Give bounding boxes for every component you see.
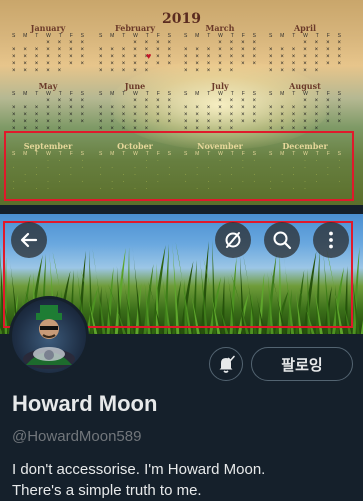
bio-line: There's a simple truth to me.: [12, 482, 202, 499]
month-name: May: [38, 81, 58, 91]
calendar-month: May S M T W T F S × × × × × × × × × × × × × × × × × × × × × × × × × × × × × ×: [8, 82, 88, 137]
calendar-month: July S M T W T F S × × × × × × × × × × × × × × × × × × × × × × × × × × × × ×…: [180, 82, 260, 137]
calendar-month: June S M T W T F S × × × × × × × × × × × × × × × × × × × × × × × × × × × × ×…: [95, 82, 175, 137]
month-name: January: [30, 23, 66, 33]
day-grid: × × × × × × × × × × × × × × × × × × × × × × × × × × × × × ×: [11, 40, 85, 74]
avatar[interactable]: [9, 296, 89, 376]
weekday-header: SMTWTFS: [183, 91, 256, 97]
day-grid: × × × × × × × × × × × × × × × × × × × × × × × × × × × × × ×: [98, 40, 172, 74]
embedded-calendar-image: 2019 January S M T W T F S × × × × × × × × × × × × × × × × × × × × ×…: [0, 0, 363, 205]
more-vertical-icon: [329, 231, 333, 249]
calendar-month: January S M T W T F S × × × × × × × × × × × × × × × × × × × × × × × × × ×…: [8, 24, 88, 79]
notification-bell-button[interactable]: [209, 347, 243, 381]
day-grid: × × × × × × × × × × × × × × × × × × × × × × × × × × × × × ×: [183, 40, 257, 74]
divider: [0, 205, 363, 214]
avatar-illustration: [23, 305, 75, 369]
weekday-header: SMTWTFS: [98, 33, 171, 39]
weekday-header: SMTWTFS: [183, 33, 256, 39]
day-grid: × × × × × × × × × × × × × × × × × × × × × × × × × × × × × ×: [183, 98, 257, 132]
heart-icon: ♥: [146, 51, 152, 61]
month-name: July: [211, 81, 229, 91]
weekday-header: SMTWTFS: [11, 91, 84, 97]
highlight-box-calendar: [4, 131, 354, 201]
profile-bio: I don't accessorise. I'm Howard Moon. Th…: [12, 459, 357, 501]
search-button[interactable]: [264, 222, 300, 258]
day-grid: × × × × × × × × × × × × × × × × × × × × × × × × × × × × × ×: [268, 98, 342, 132]
day-grid: × × × × × × × × × × × × × × × × × × × × × × × × × × × × × ×: [98, 98, 172, 132]
more-button[interactable]: [313, 222, 349, 258]
month-name: March: [205, 23, 235, 33]
weekday-header: SMTWTFS: [268, 91, 341, 97]
month-name: August: [289, 81, 321, 91]
day-grid: × × × × × × × × × × × × × × × × × × × × × × × × × × × × × ×: [268, 40, 342, 74]
calendar-month: March S M T W T F S × × × × × × × × × × × × × × × × × × × × × × × × × × × ×…: [180, 24, 260, 79]
following-button[interactable]: 팔로잉: [251, 347, 353, 381]
slashed-circle-icon: [225, 232, 241, 248]
back-arrow-icon: [20, 232, 38, 248]
weekday-header: SMTWTFS: [98, 91, 171, 97]
search-icon: [273, 231, 292, 250]
month-name: February: [114, 23, 155, 33]
bell-check-icon: [219, 355, 235, 373]
day-grid: × × × × × × × × × × × × × × × × × × × × × × × × × × × × × ×: [11, 98, 85, 132]
display-name: Howard Moon: [12, 391, 158, 416]
calendar-month: August S M T W T F S × × × × × × × × × × × × × × × × × × × × × × × × × × ×…: [265, 82, 345, 137]
calendar-month: February S M T W T F S × × × × × × × × × × × × × × × × × × × × × × × × ×…: [95, 24, 175, 79]
bio-line: I don't accessorise. I'm Howard Moon.: [12, 461, 266, 478]
hide-button[interactable]: [215, 222, 251, 258]
weekday-header: SMTWTFS: [11, 33, 84, 39]
calendar-month: April S M T W T F S × × × × × × × × × × × × × × × × × × × × × × × × × × × ×…: [265, 24, 345, 79]
month-name: June: [124, 81, 146, 91]
user-handle: @HowardMoon589: [12, 428, 142, 445]
weekday-header: SMTWTFS: [268, 33, 341, 39]
month-name: April: [293, 23, 317, 33]
back-button[interactable]: [11, 222, 47, 258]
